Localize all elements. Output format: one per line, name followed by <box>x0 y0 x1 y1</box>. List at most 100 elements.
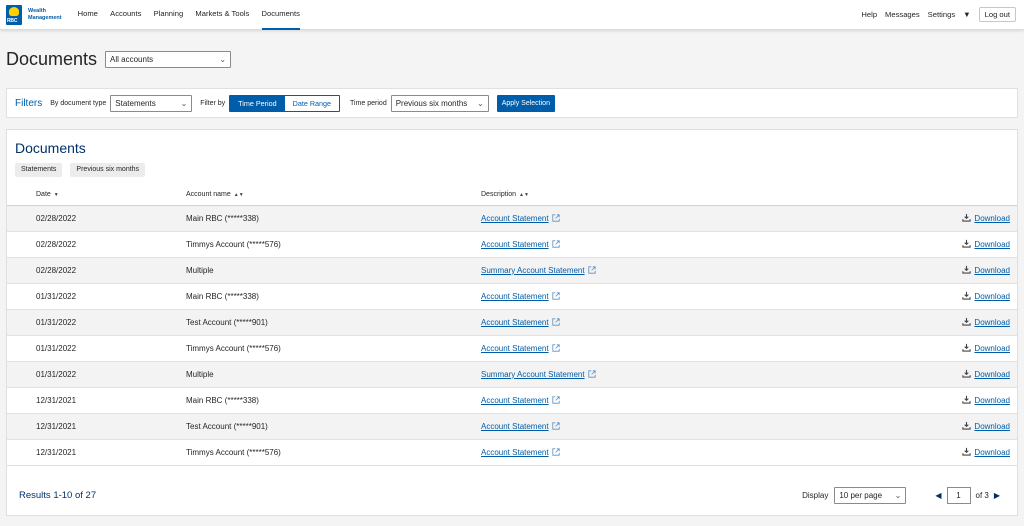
description-link[interactable]: Account Statement <box>481 448 549 457</box>
external-link-icon <box>549 421 560 431</box>
row-date: 01/31/2022 <box>7 309 186 336</box>
row-date: 12/31/2021 <box>7 387 186 414</box>
description-column-header[interactable]: Description ▲▼ <box>481 185 845 206</box>
download-icon <box>962 421 974 431</box>
description-link[interactable]: Account Statement <box>481 240 549 249</box>
table-row: 01/31/2022 Main RBC (*****338) Account Sta… <box>7 283 1017 310</box>
download-link[interactable]: Download <box>974 370 1010 379</box>
download-icon <box>962 213 974 223</box>
table-footer: Results 1-10 of 27 Display 10 per page ⌄ … <box>7 475 1017 515</box>
row-account: Main RBC (*****338) <box>186 283 481 310</box>
chevron-down-icon: ⌄ <box>894 490 902 500</box>
messages-link[interactable]: Messages <box>885 10 920 19</box>
row-date: 02/28/2022 <box>7 257 186 284</box>
page-number-input[interactable]: 1 <box>946 486 971 504</box>
row-account: Timmys Account (*****576) <box>186 335 481 362</box>
row-account: Main RBC (*****338) <box>186 205 481 232</box>
chevron-down-icon: ⌄ <box>477 98 484 108</box>
table-row: 12/31/2021 Timmys Account (*****576) Accou… <box>7 439 1017 466</box>
row-date: 02/28/2022 <box>7 231 186 258</box>
description-link[interactable]: Summary Account Statement <box>481 370 585 379</box>
chip-time-period: Previous six months <box>70 163 146 177</box>
row-account: Timmys Account (*****576) <box>186 231 481 258</box>
logo-text: Wealth Management <box>28 8 62 21</box>
table-row: 01/31/2022 Multiple Summary Account Statem… <box>7 361 1017 388</box>
main-nav: Home Accounts Planning Markets & Tools D… <box>78 0 310 30</box>
download-link[interactable]: Download <box>974 214 1010 223</box>
row-account: Multiple <box>186 361 481 388</box>
nav-accounts[interactable]: Accounts <box>110 0 141 29</box>
chevron-down-icon: ⌄ <box>180 98 188 108</box>
description-link[interactable]: Account Statement <box>481 214 549 223</box>
external-link-icon <box>549 291 560 301</box>
download-link[interactable]: Download <box>974 344 1010 353</box>
external-link-icon <box>549 239 560 249</box>
download-link[interactable]: Download <box>974 448 1010 457</box>
documents-card-title: Documents <box>15 140 86 156</box>
nav-planning[interactable]: Planning <box>154 0 184 29</box>
doc-type-select[interactable]: Statements ⌄ <box>110 94 193 112</box>
time-period-toggle[interactable]: Time Period <box>230 95 285 111</box>
page-header: Documents All accounts ⌄ <box>0 30 1024 70</box>
download-link[interactable]: Download <box>974 422 1010 431</box>
download-icon <box>962 265 974 275</box>
account-column-header[interactable]: Account name ▲▼ <box>186 185 481 206</box>
download-icon <box>962 317 974 327</box>
row-account: Test Account (*****901) <box>186 309 481 336</box>
table-row: 02/28/2022 Main RBC (*****338) Account Sta… <box>7 205 1017 232</box>
settings-menu[interactable]: Settings ▼ <box>928 10 971 19</box>
row-account: Main RBC (*****338) <box>186 387 481 414</box>
external-link-icon <box>549 317 560 327</box>
download-link[interactable]: Download <box>974 396 1010 405</box>
description-link[interactable]: Account Statement <box>481 292 549 301</box>
download-link[interactable]: Download <box>974 318 1010 327</box>
description-link[interactable]: Summary Account Statement <box>481 266 585 275</box>
row-date: 01/31/2022 <box>7 283 186 310</box>
external-link-icon <box>585 369 596 379</box>
date-range-toggle[interactable]: Date Range <box>285 96 339 111</box>
date-column-header[interactable]: Date ▼ <box>7 185 186 206</box>
per-page-select[interactable]: 10 per page ⌄ <box>834 486 907 504</box>
logout-button[interactable]: Log out <box>978 7 1016 22</box>
external-link-icon <box>585 265 596 275</box>
help-link[interactable]: Help <box>861 10 877 19</box>
results-count: Results 1-10 of 27 <box>19 489 97 501</box>
download-icon <box>962 291 974 301</box>
time-period-select[interactable]: Previous six months ⌄ <box>390 94 489 112</box>
row-date: 12/31/2021 <box>7 413 186 440</box>
description-link[interactable]: Account Statement <box>481 422 549 431</box>
description-link[interactable]: Account Statement <box>481 344 549 353</box>
download-link[interactable]: Download <box>974 266 1010 275</box>
filter-by-label: Filter by <box>200 99 226 107</box>
rbc-shield-icon: RBC <box>6 4 22 25</box>
apply-selection-button[interactable]: Apply Selection <box>496 94 555 112</box>
nav-home[interactable]: Home <box>78 0 98 29</box>
row-date: 01/31/2022 <box>7 361 186 388</box>
page-title: Documents <box>6 48 98 69</box>
download-link[interactable]: Download <box>974 292 1010 301</box>
table-row: 01/31/2022 Timmys Account (*****576) Accou… <box>7 335 1017 362</box>
download-icon <box>962 369 974 379</box>
doc-type-label: By document type <box>50 99 107 107</box>
description-link[interactable]: Account Statement <box>481 396 549 405</box>
account-select[interactable]: All accounts ⌄ <box>105 50 232 68</box>
download-link[interactable]: Download <box>974 240 1010 249</box>
row-date: 02/28/2022 <box>7 205 186 232</box>
time-period-label: Time period <box>350 99 387 107</box>
caret-down-icon: ▼ <box>963 10 971 19</box>
next-page-icon[interactable]: ▶ <box>994 491 1000 500</box>
external-link-icon <box>549 343 560 353</box>
active-filter-chips: Statements Previous six months <box>7 159 1017 177</box>
row-account: Test Account (*****901) <box>186 413 481 440</box>
rbc-logo[interactable]: RBC Wealth Management <box>6 4 62 25</box>
description-link[interactable]: Account Statement <box>481 318 549 327</box>
nav-markets-tools[interactable]: Markets & Tools <box>195 0 249 29</box>
external-link-icon <box>549 447 560 457</box>
table-row: 02/28/2022 Multiple Summary Account Statem… <box>7 257 1017 284</box>
table-row: 02/28/2022 Timmys Account (*****576) Accou… <box>7 231 1017 258</box>
row-date: 01/31/2022 <box>7 335 186 362</box>
top-navigation-bar: RBC Wealth Management Home Accounts Plan… <box>0 0 1024 30</box>
nav-documents[interactable]: Documents <box>261 0 300 30</box>
prev-page-icon[interactable]: ◀ <box>935 491 941 500</box>
documents-table: Date ▼ Account name ▲▼ Description ▲▼ 02/28… <box>7 185 1017 466</box>
